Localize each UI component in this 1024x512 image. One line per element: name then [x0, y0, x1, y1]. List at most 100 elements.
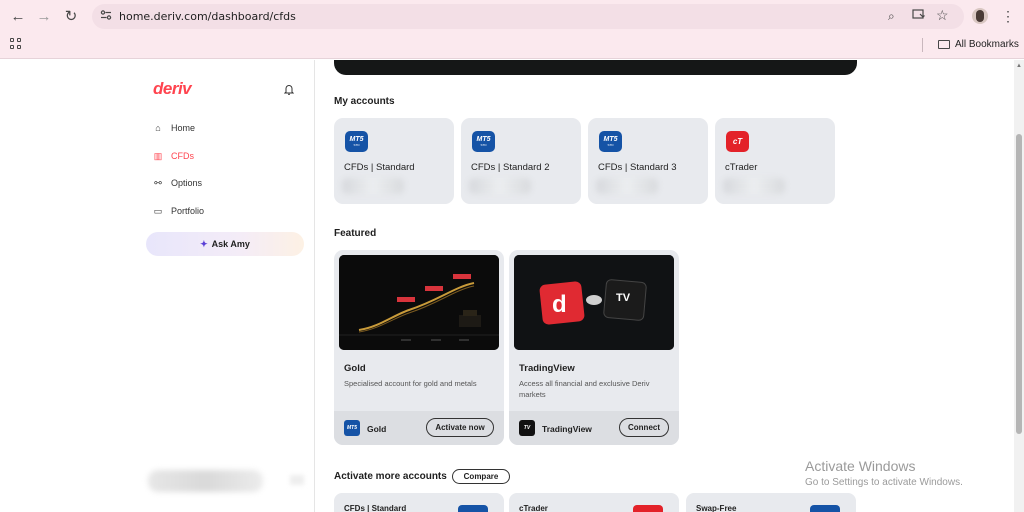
account-balance-blurred — [723, 178, 785, 194]
promo-banner[interactable] — [334, 60, 857, 75]
account-name: CFDs | Standard 3 — [598, 162, 677, 173]
logo-sub: STD — [480, 143, 487, 147]
site-info-icon[interactable] — [100, 9, 112, 24]
profile-chevron[interactable] — [290, 475, 304, 485]
more-account-card[interactable]: Swap-Free — [686, 493, 856, 512]
svg-text:d: d — [552, 291, 567, 318]
forward-icon[interactable]: → — [34, 6, 54, 26]
more-account-name: CFDs | Standard — [344, 504, 407, 512]
sidebar-item-label: Portfolio — [171, 206, 205, 216]
ctrader-logo-icon: cT — [726, 131, 749, 152]
ask-amy-button[interactable]: ✦ Ask Amy — [146, 232, 304, 256]
featured-footer-name: Gold — [367, 424, 387, 434]
sidebar-item-portfolio[interactable]: ▭ Portfolio — [153, 205, 205, 217]
ask-amy-label: Ask Amy — [211, 239, 250, 249]
account-balance-blurred — [342, 178, 404, 194]
logo-sub: STD — [353, 143, 360, 147]
account-name: cTrader — [725, 162, 758, 173]
folder-icon — [938, 40, 950, 49]
logo-sub: STD — [607, 143, 614, 147]
logo-text: cT — [732, 137, 743, 146]
account-balance-blurred — [469, 178, 531, 194]
featured-footer-name: TradingView — [542, 424, 592, 434]
menu-icon[interactable]: ⋮ — [998, 6, 1018, 26]
reload-icon[interactable]: ↻ — [61, 6, 81, 26]
mt5-logo-icon — [458, 505, 488, 512]
all-bookmarks-label: All Bookmarks — [955, 39, 1019, 50]
activate-more-title: Activate more accounts — [334, 471, 447, 482]
notification-bell-icon[interactable] — [283, 82, 295, 95]
account-card[interactable]: MT5 STD CFDs | Standard — [334, 118, 454, 204]
account-balance-blurred — [596, 178, 658, 194]
main-content: My accounts MT5 STD CFDs | Standard MT5 ST… — [316, 60, 1016, 512]
connect-button[interactable]: Connect — [619, 418, 669, 437]
activate-now-button[interactable]: Activate now — [426, 418, 494, 437]
more-account-card[interactable]: cTrader — [509, 493, 679, 512]
my-accounts-title: My accounts — [334, 96, 395, 107]
account-card[interactable]: MT5 STD CFDs | Standard 3 — [588, 118, 708, 204]
sparkle-icon: ✦ — [200, 238, 208, 249]
more-account-card[interactable]: CFDs | Standard — [334, 493, 504, 512]
url-text[interactable]: home.deriv.com/dashboard/cfds — [119, 10, 296, 23]
all-bookmarks[interactable]: All Bookmarks — [938, 39, 1019, 50]
apps-icon[interactable] — [10, 38, 21, 49]
bookmarks-bar: All Bookmarks — [0, 32, 1024, 59]
featured-desc-tradingview: Access all financial and exclusive Deriv… — [519, 379, 650, 399]
address-bar[interactable]: home.deriv.com/dashboard/cfds ⌕ ☆ — [92, 4, 964, 29]
profile-section[interactable] — [148, 470, 263, 492]
featured-footer: TV TradingView Connect — [509, 411, 679, 445]
logo-text: MT5 — [476, 136, 491, 143]
compare-button[interactable]: Compare — [452, 469, 510, 484]
back-icon[interactable]: ← — [8, 6, 28, 26]
watermark-line2: Go to Settings to activate Windows. — [805, 477, 963, 488]
scroll-thumb[interactable] — [1016, 134, 1022, 434]
featured-title: Featured — [334, 228, 377, 239]
page-scrollbar[interactable]: ▲ — [1014, 60, 1024, 512]
mt5-logo-icon: MT5 STD — [472, 131, 495, 152]
windows-activation-watermark: Activate Windows Go to Settings to activ… — [805, 458, 963, 488]
featured-footer: MT5 Gold Activate now — [334, 411, 504, 445]
scroll-up-icon[interactable]: ▲ — [1016, 63, 1022, 69]
portfolio-icon: ▭ — [153, 205, 163, 216]
sidebar-item-options[interactable]: ⚯ Options — [153, 177, 203, 189]
sidebar-item-label: CFDs — [171, 151, 194, 161]
featured-card-tradingview[interactable]: d TV TradingView Access all financial an… — [509, 250, 679, 445]
sidebar-item-home[interactable]: ⌂ Home — [153, 123, 195, 133]
sidebar-item-cfds[interactable]: ▥ CFDs — [153, 150, 194, 162]
tradingview-image: d TV — [514, 255, 674, 350]
gold-chart-image — [339, 255, 499, 350]
mt5-logo-icon: MT5 STD — [599, 131, 622, 152]
featured-desc-gold: Specialised account for gold and metals — [344, 379, 477, 388]
more-account-name: cTrader — [519, 504, 548, 512]
home-icon: ⌂ — [155, 123, 161, 133]
featured-title-gold: Gold — [344, 363, 366, 374]
chart-icon: ▥ — [153, 150, 163, 161]
mt5-logo-icon — [810, 505, 840, 512]
sidebar-item-label: Options — [171, 178, 203, 188]
options-icon: ⚯ — [154, 177, 162, 188]
featured-title-tradingview: TradingView — [519, 363, 575, 374]
watermark-line1: Activate Windows — [805, 458, 916, 474]
bookmarks-divider — [922, 38, 923, 52]
sidebar: deriv ⌂ Home ▥ CFDs ⚯ Options ▭ Portfoli… — [0, 60, 315, 512]
profile-avatar[interactable] — [972, 8, 988, 24]
mt5-logo-icon: MT5 — [344, 420, 360, 436]
deriv-logo[interactable]: deriv — [153, 79, 192, 99]
browser-toolbar: ← → ↻ home.deriv.com/dashboard/cfds ⌕ ☆ … — [0, 0, 1024, 32]
zoom-icon[interactable]: ⌕ — [888, 9, 895, 24]
featured-card-gold[interactable]: Gold Specialised account for gold and me… — [334, 250, 504, 445]
svg-text:TV: TV — [616, 292, 631, 304]
sidebar-item-label: Home — [171, 123, 196, 133]
account-name: CFDs | Standard 2 — [471, 162, 550, 173]
more-account-name: Swap-Free — [696, 504, 737, 512]
account-card[interactable]: MT5 STD CFDs | Standard 2 — [461, 118, 581, 204]
bookmark-star-icon[interactable]: ☆ — [936, 7, 949, 24]
logo-text: MT5 — [349, 136, 364, 143]
account-card[interactable]: cT cTrader — [715, 118, 835, 204]
logo-text: MT5 — [603, 136, 618, 143]
page: deriv ⌂ Home ▥ CFDs ⚯ Options ▭ Portfoli… — [0, 60, 1024, 512]
ctrader-logo-icon — [633, 505, 663, 512]
account-name: CFDs | Standard — [344, 162, 415, 173]
mt5-logo-icon: MT5 STD — [345, 131, 368, 152]
install-app-icon[interactable] — [912, 9, 925, 24]
